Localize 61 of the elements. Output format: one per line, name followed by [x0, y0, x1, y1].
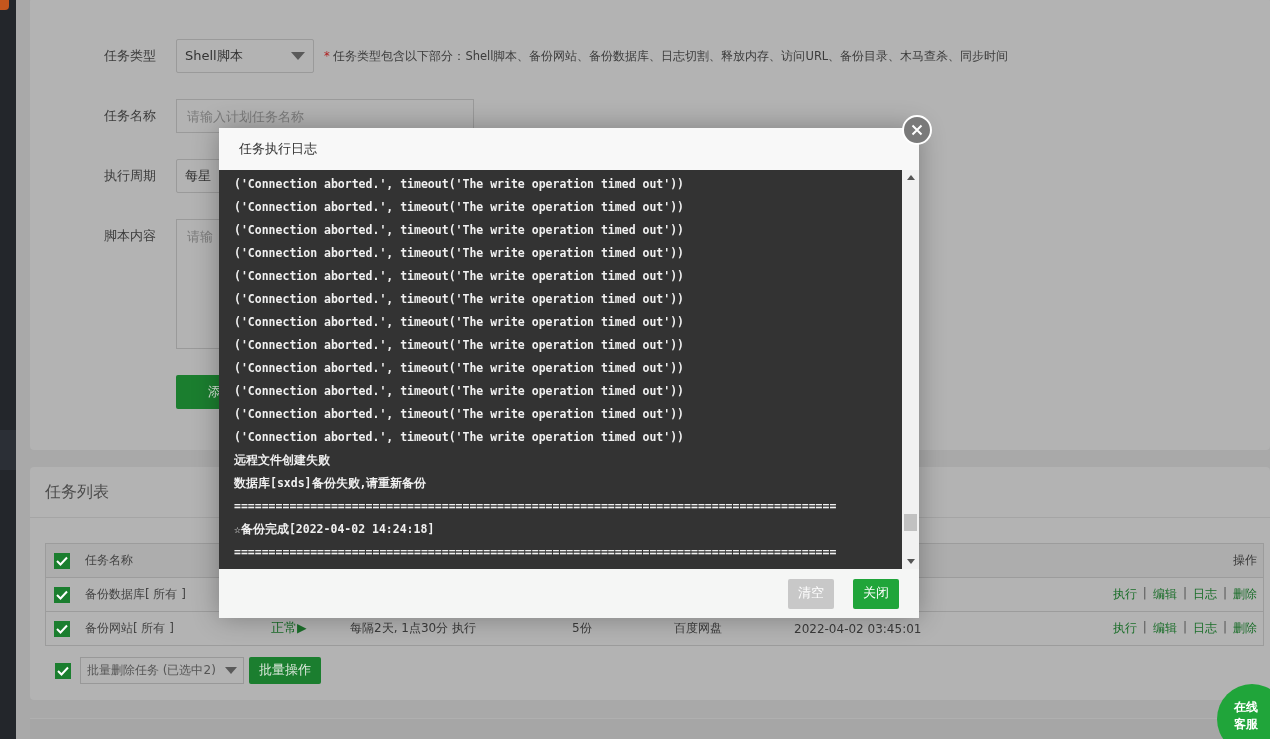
batch-button[interactable]: 批量操作	[249, 657, 321, 684]
separator-text: |	[1142, 620, 1147, 636]
separator-text: |	[1142, 586, 1147, 602]
log-line: ☆备份完成[2022-04-02 14:24:18]	[234, 521, 436, 538]
checkbox[interactable]	[54, 586, 70, 603]
column-header: 任务名称	[85, 552, 133, 569]
table-cell: 5份	[572, 620, 592, 637]
table-cell: 备份网站[ 所有 ]	[85, 620, 174, 637]
action-link[interactable]: 删除	[1233, 586, 1257, 603]
log-line: 远程文件创建失败	[234, 452, 331, 469]
scrollbar-thumb[interactable]	[904, 514, 917, 531]
dialog-title: 任务执行日志	[239, 140, 317, 158]
log-line: ('Connection aborted.', timeout('The write operation timed out'))	[234, 176, 686, 193]
log-line: 数据库[sxds]备份失败,请重新备份	[234, 475, 428, 492]
chat-badge[interactable]: 在线 客服	[1217, 684, 1270, 739]
log-line: =======================================================================================	[234, 544, 838, 561]
scroll-down-icon[interactable]	[906, 559, 915, 564]
table-cell: 百度网盘	[674, 620, 722, 637]
logo-icon	[0, 0, 9, 10]
checkbox[interactable]	[55, 662, 71, 679]
separator-text: |	[1182, 620, 1187, 636]
caret-icon	[225, 667, 237, 674]
log-line: ('Connection aborted.', timeout('The write operation timed out'))	[234, 383, 686, 400]
log-line: ('Connection aborted.', timeout('The write operation timed out'))	[234, 337, 686, 354]
log-line: ('Connection aborted.', timeout('The write operation timed out'))	[234, 245, 686, 262]
action-link[interactable]: 执行	[1112, 586, 1137, 603]
field-label: 任务类型	[104, 47, 157, 65]
log-line: =======================================================================================	[234, 498, 838, 515]
column-header: 操作	[1233, 552, 1257, 569]
checkbox[interactable]	[54, 620, 70, 637]
action-link[interactable]: 编辑	[1152, 586, 1177, 603]
action-link[interactable]: 编辑	[1152, 620, 1177, 637]
action-link[interactable]: 日志	[1192, 620, 1217, 637]
separator-text: |	[1222, 586, 1227, 602]
separator-text: |	[1182, 586, 1187, 602]
caret-icon	[291, 52, 305, 60]
table-cell: 备份数据库[ 所有 ]	[85, 586, 186, 603]
log-line: ('Connection aborted.', timeout('The write operation timed out'))	[234, 268, 686, 285]
log-line: ('Connection aborted.', timeout('The write operation timed out'))	[234, 314, 686, 331]
batch-select[interactable]: 批量删除任务 (已选中2)	[80, 657, 244, 684]
action-link[interactable]: 删除	[1233, 620, 1257, 637]
hint-text: * 任务类型包含以下部分：Shell脚本、备份网站、备份数据库、日志切割、释放内存、访问URL、备份目录、木马查杀、同步时间	[324, 48, 1009, 65]
table-cell: 2022-04-02 03:45:01	[794, 621, 922, 636]
log-line: ('Connection aborted.', timeout('The write operation timed out'))	[234, 222, 686, 239]
table-cell: 每隔2天, 1点30分 执行	[350, 620, 476, 637]
field-label: 脚本内容	[104, 227, 157, 245]
log-line: ('Connection aborted.', timeout('The write operation timed out'))	[234, 360, 686, 377]
log-line: ('Connection aborted.', timeout('The write operation timed out'))	[234, 429, 686, 446]
log-line: ('Connection aborted.', timeout('The write operation timed out'))	[234, 199, 686, 216]
action-link[interactable]: 日志	[1192, 586, 1217, 603]
close-button[interactable]: 关闭	[853, 578, 899, 609]
status-text[interactable]: 正常▶	[271, 620, 307, 637]
scroll-up-icon[interactable]	[906, 175, 915, 180]
log-line: ('Connection aborted.', timeout('The write operation timed out'))	[234, 291, 686, 308]
field-label: 任务名称	[104, 107, 157, 125]
log-line: ('Connection aborted.', timeout('The write operation timed out'))	[234, 406, 686, 423]
checkbox[interactable]	[54, 552, 70, 569]
action-link[interactable]: 执行	[1112, 620, 1137, 637]
select-field[interactable]: Shell脚本	[176, 39, 314, 73]
separator-text: |	[1222, 620, 1227, 636]
field-label: 执行周期	[104, 167, 157, 185]
